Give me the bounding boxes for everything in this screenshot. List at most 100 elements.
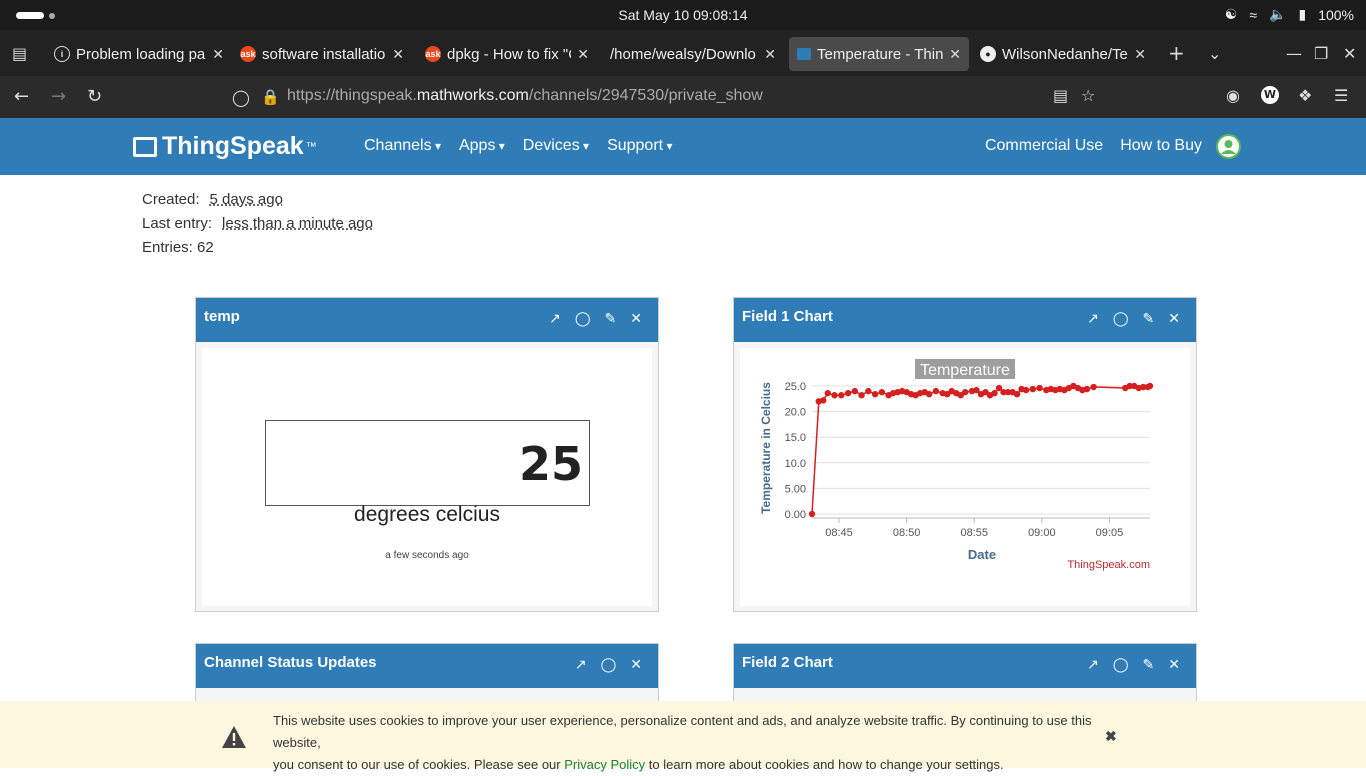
menu-devices[interactable]: Devices (523, 137, 589, 155)
trademark: ™ (305, 140, 317, 153)
tab-problem-loading[interactable]: i Problem loading pa ✕ (54, 37, 224, 71)
comment-icon[interactable]: ◯ (1113, 310, 1129, 327)
panel-title: Channel Status Updates (204, 654, 377, 671)
open-external-icon[interactable]: ↗ (1087, 310, 1099, 327)
comment-icon[interactable]: ◯ (1113, 656, 1129, 673)
tab-title: Problem loading pa (76, 45, 206, 63)
tab-title: software installatio (262, 45, 386, 63)
tab-github[interactable]: ● WilsonNedanhe/Te ✕ (980, 37, 1146, 71)
tab-temperature-thingspeak[interactable]: Temperature - Thin ✕ (789, 37, 969, 71)
system-tray[interactable]: ☯ ≈ 🔈 ▮ 100% (1225, 6, 1354, 23)
panel-body: 25 degrees celcius a few seconds ago (202, 348, 652, 606)
battery-icon[interactable]: ▮ (1298, 6, 1306, 23)
close-icon[interactable]: ✕ (630, 656, 642, 673)
open-external-icon[interactable]: ↗ (575, 656, 587, 673)
commercial-use-link[interactable]: Commercial Use (985, 137, 1103, 155)
data-point (925, 390, 933, 398)
wifi-icon[interactable]: ≈ (1249, 7, 1257, 23)
open-external-icon[interactable]: ↗ (549, 310, 561, 327)
tab-overview-icon[interactable]: ▤ (12, 44, 27, 63)
chart-credit: ThingSpeak.com (1067, 559, 1150, 571)
privacy-policy-link[interactable]: Privacy Policy (564, 757, 645, 772)
cookie-text: This website uses cookies to improve you… (273, 710, 1093, 776)
edit-pencil-icon[interactable]: ✎ (1143, 656, 1155, 673)
data-point (838, 392, 845, 399)
bookmark-star-icon[interactable]: ☆ (1081, 86, 1095, 105)
data-point (844, 389, 852, 397)
minimize-icon[interactable]: — (1286, 44, 1302, 63)
y-tick-label: 0.00 (785, 509, 806, 521)
series-line (811, 385, 1151, 515)
data-point (865, 387, 872, 395)
shield-icon[interactable]: ◯ (232, 88, 250, 107)
panel-header: Field 2 Chart ↗ ◯ ✎ ✕ (734, 644, 1196, 688)
comment-icon[interactable]: ◯ (575, 310, 591, 327)
browser-tab-bar: ▤ i Problem loading pa ✕ ask software in… (0, 30, 1366, 76)
close-tab-icon[interactable]: ✕ (949, 46, 961, 63)
numeric-value: 25 (265, 420, 590, 506)
x-tick-label: 09:00 (1028, 527, 1056, 539)
list-all-tabs-icon[interactable]: ⌄ (1208, 44, 1221, 63)
close-icon[interactable]: ✕ (1168, 310, 1180, 327)
close-tab-icon[interactable]: ✕ (392, 46, 404, 63)
back-icon[interactable]: ← (14, 86, 29, 107)
user-avatar-icon[interactable] (1216, 134, 1241, 159)
created-label: Created: (142, 191, 200, 208)
data-point (831, 392, 838, 399)
extension-w-icon[interactable]: W (1261, 86, 1279, 104)
lock-icon[interactable]: 🔒 (261, 88, 280, 106)
edit-pencil-icon[interactable]: ✎ (1143, 310, 1155, 327)
data-point (824, 389, 831, 397)
last-entry-value: less than a minute ago (222, 215, 373, 232)
panel-body: Temperature 0.00 5.00 10.0 15.0 20.0 25.0 08:45… (740, 348, 1190, 606)
thingspeak-logo[interactable]: ThingSpeak ™ (133, 132, 317, 161)
temperature-chart[interactable]: Temperature 0.00 5.00 10.0 15.0 20.0 25.0 08:45… (740, 348, 1190, 606)
close-cookie-icon[interactable]: ✖ (1105, 728, 1117, 745)
url-path: /channels/2947530/private_show (528, 87, 763, 104)
edit-pencil-icon[interactable]: ✎ (605, 310, 617, 327)
how-to-buy-link[interactable]: How to Buy (1120, 137, 1202, 155)
close-icon[interactable]: ✕ (630, 310, 642, 327)
comment-icon[interactable]: ◯ (601, 656, 617, 673)
created-value: 5 days ago (209, 191, 283, 208)
close-window-icon[interactable]: ✕ (1343, 44, 1356, 63)
volume-icon[interactable]: 🔈 (1269, 6, 1286, 23)
close-icon[interactable]: ✕ (1168, 656, 1180, 673)
close-tab-icon[interactable]: ✕ (1134, 46, 1146, 63)
tab-downloads-folder[interactable]: /home/wealsy/Downlo ✕ (610, 37, 776, 71)
panel-tools: ↗ ◯ ✎ ✕ (549, 310, 642, 327)
url-field[interactable]: https://thingspeak.mathworks.com/channel… (287, 87, 763, 105)
tab-software-installation[interactable]: ask software installatio ✕ (240, 37, 404, 71)
y-tick-label: 25.0 (785, 381, 806, 393)
warning-icon (222, 726, 246, 748)
accessibility-icon[interactable]: ☯ (1225, 6, 1238, 23)
new-tab-icon[interactable]: + (1168, 41, 1185, 65)
x-axis-label: Date (968, 547, 996, 562)
forward-icon[interactable]: → (51, 86, 66, 107)
close-tab-icon[interactable]: ✕ (764, 46, 776, 63)
entries-count: Entries: 62 (142, 239, 214, 256)
reload-icon[interactable]: ↻ (87, 86, 102, 107)
cookie-text-line1: This website uses cookies to improve you… (273, 713, 1092, 750)
close-tab-icon[interactable]: ✕ (577, 46, 589, 63)
menu-apps[interactable]: Apps (459, 137, 505, 155)
data-point (1090, 383, 1097, 391)
menu-support[interactable]: Support (607, 137, 672, 155)
data-point (1036, 384, 1043, 392)
extensions-puzzle-icon[interactable]: ❖ (1298, 86, 1312, 105)
cookie-banner: This website uses cookies to improve you… (0, 701, 1366, 772)
close-tab-icon[interactable]: ✕ (212, 46, 224, 63)
open-external-icon[interactable]: ↗ (1087, 656, 1099, 673)
y-tick-label: 5.00 (785, 483, 806, 495)
askubuntu-icon: ask (240, 46, 256, 62)
restore-icon[interactable]: ❐ (1314, 44, 1328, 63)
data-point (1029, 385, 1037, 393)
reader-view-icon[interactable]: ▤ (1053, 86, 1068, 105)
pocket-icon[interactable]: ◉ (1226, 86, 1240, 105)
chart-title: Temperature (920, 362, 1010, 379)
app-menu-icon[interactable]: ☰ (1334, 86, 1348, 105)
tab-dpkg[interactable]: ask dpkg - How to fix "C ✕ (425, 37, 589, 71)
menu-channels[interactable]: Channels (364, 137, 441, 155)
data-point (1146, 382, 1154, 390)
system-clock[interactable]: Sat May 10 09:08:14 (0, 7, 1366, 23)
